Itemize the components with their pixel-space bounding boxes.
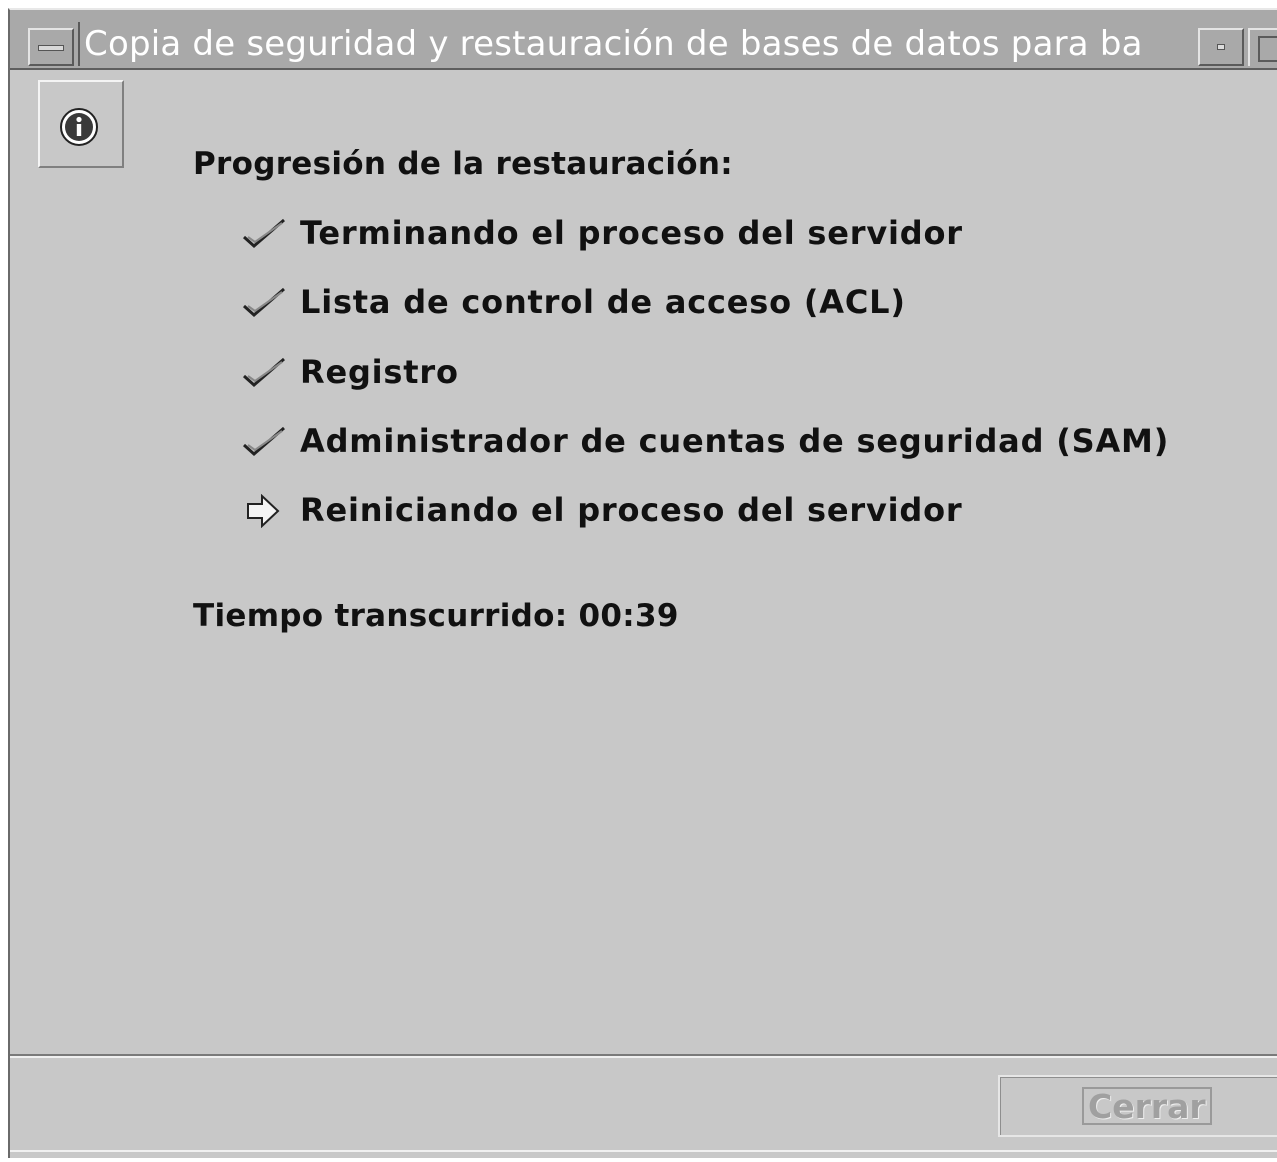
window-title: Copia de seguridad y restauración de bas… <box>78 22 1194 66</box>
step-label: Reiniciando el proceso del servidor <box>300 491 963 529</box>
minimize-button[interactable] <box>1198 28 1244 66</box>
step-label: Registro <box>300 353 459 391</box>
checkmark-icon <box>242 426 285 457</box>
info-icon-frame <box>38 80 124 168</box>
dialog-window: Copia de seguridad y restauración de bas… <box>8 8 1277 1158</box>
close-button[interactable]: Cerrar <box>998 1075 1277 1137</box>
info-icon <box>60 108 98 146</box>
step-label: Lista de control de acceso (ACL) <box>300 283 906 321</box>
window-menu-button[interactable] <box>28 28 74 66</box>
restore-progress-heading: Progresión de la restauración: <box>193 146 733 182</box>
checkmark-icon <box>242 218 285 249</box>
maximize-icon <box>1258 36 1277 62</box>
step-label: Terminando el proceso del servidor <box>300 214 963 252</box>
checkmark-icon <box>242 287 285 318</box>
close-button-label: Cerrar <box>1082 1087 1212 1125</box>
minimize-icon <box>1217 44 1225 50</box>
window-menu-icon <box>38 45 64 51</box>
checkmark-icon <box>242 357 285 388</box>
title-bar[interactable]: Copia de seguridad y restauración de bas… <box>10 10 1277 70</box>
step-label: Administrador de cuentas de seguridad (S… <box>300 422 1170 460</box>
maximize-button[interactable] <box>1248 28 1277 66</box>
window-bottom-edge <box>10 1150 1277 1162</box>
arrow-right-icon <box>247 494 280 528</box>
elapsed-time: Tiempo transcurrido: 00:39 <box>193 598 679 634</box>
footer-divider <box>10 1054 1277 1058</box>
